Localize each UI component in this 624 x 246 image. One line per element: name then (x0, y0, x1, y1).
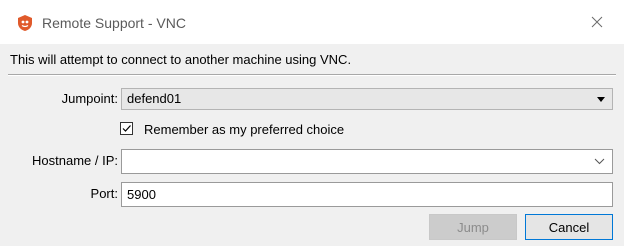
remember-checkbox-label: Remember as my preferred choice (144, 122, 345, 137)
remote-support-app-icon (16, 14, 34, 32)
jumpoint-label: Jumpoint: (61, 91, 118, 106)
jumpoint-dropdown[interactable]: defend01 (121, 88, 613, 110)
port-label: Port: (90, 186, 118, 201)
close-button[interactable] (582, 8, 612, 36)
hostname-combobox[interactable] (121, 149, 613, 174)
jumpoint-value: defend01 (127, 91, 182, 106)
cancel-button[interactable]: Cancel (525, 214, 613, 240)
checkmark-icon (122, 125, 131, 132)
port-input[interactable] (121, 182, 613, 207)
vnc-dialog: Remote Support - VNC This will attempt t… (0, 0, 624, 246)
title-bar: Remote Support - VNC (0, 0, 624, 44)
separator (8, 74, 616, 76)
dropdown-arrow-icon (597, 97, 605, 102)
hostname-label: Hostname / IP: (32, 153, 118, 168)
window-title: Remote Support - VNC (42, 15, 186, 31)
intro-text: This will attempt to connect to another … (10, 52, 352, 67)
jump-button[interactable]: Jump (429, 214, 517, 240)
chevron-down-icon[interactable] (594, 158, 605, 165)
remember-checkbox[interactable] (120, 122, 133, 135)
close-icon (591, 16, 603, 28)
